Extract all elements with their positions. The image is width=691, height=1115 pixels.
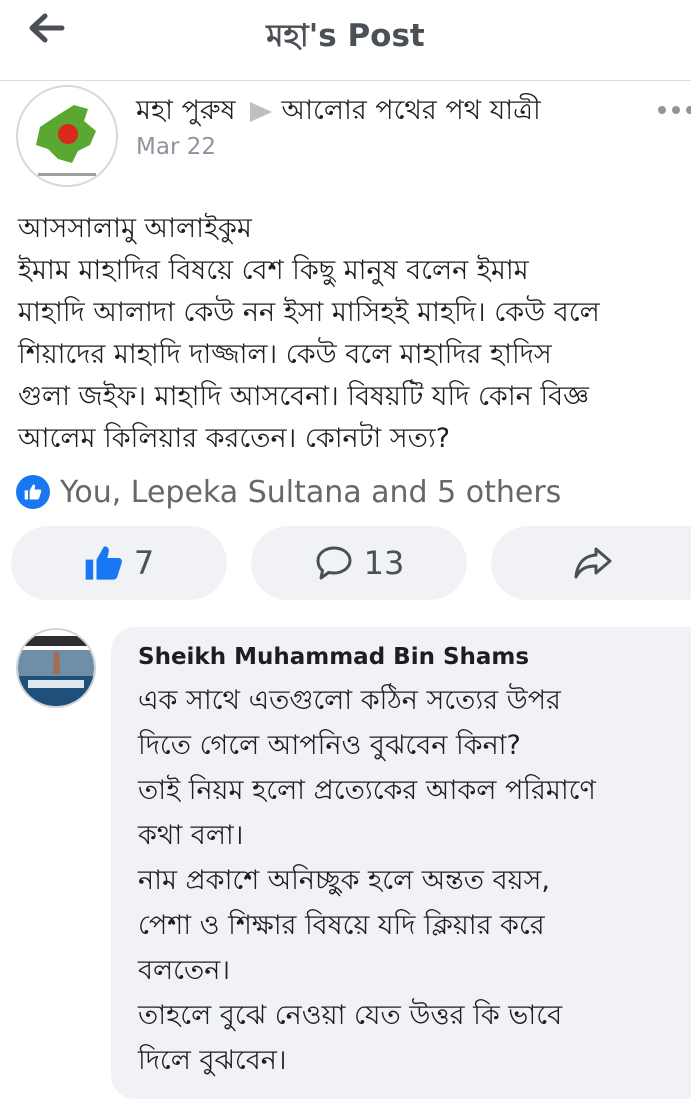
comment-text-line: দিলে বুঝবেন।: [138, 1045, 287, 1076]
post-author-line: মহা পুরুষ আলোর পথের পথ যাত্রী: [136, 90, 541, 135]
reactions-text: You, Lepeka Sultana and 5 others: [60, 474, 562, 510]
post-text-line: মাহাদি আলাদা কেউ নন ইসা মাসিহই মাহদি। কে…: [18, 297, 600, 328]
comment-author[interactable]: Sheikh Muhammad Bin Shams: [138, 644, 529, 670]
comment-text-line: তাহলে বুঝে নেওয়া যেত উত্তর কি ভাবে: [138, 1000, 563, 1031]
comment-text: এক সাথে এতগুলো কঠিন সত্যের উপর দিতে গেলে…: [138, 678, 596, 1083]
post-timestamp[interactable]: Mar 22: [136, 134, 216, 160]
profile-photo-icon: [18, 630, 94, 706]
comment-text-line: কথা বলা।: [138, 820, 244, 851]
share-button[interactable]: [491, 526, 691, 600]
post-text-line: ইমাম মাহাদির বিষয়ে বেশ কিছু মানুষ বলেন …: [18, 255, 529, 286]
dot-icon: [672, 106, 680, 114]
post-text: আসসালামু আলাইকুম ইমাম মাহাদির বিষয়ে বেশ…: [18, 208, 691, 460]
post-text-line: শিয়াদের মাহাদি দাজ্জাল। কেউ বলে মাহাদির…: [18, 339, 552, 370]
dot-icon: [686, 106, 691, 114]
more-options-button[interactable]: [658, 106, 691, 126]
like-count: 7: [133, 544, 155, 582]
like-button[interactable]: 7: [11, 526, 227, 600]
comment-count: 13: [363, 544, 405, 582]
top-bar: মহা's Post: [0, 0, 691, 81]
comment-button[interactable]: 13: [251, 526, 467, 600]
post-group[interactable]: আলোর পথের পথ যাত্রী: [282, 95, 541, 126]
commenter-avatar[interactable]: [16, 628, 96, 708]
dot-icon: [658, 106, 666, 114]
post-text-line: আসসালামু আলাইকুম: [18, 213, 252, 244]
thumbs-up-icon: [85, 546, 122, 580]
group-avatar[interactable]: [16, 85, 118, 187]
share-arrow-icon: [574, 547, 612, 579]
post-text-line: আলেম কিলিয়ার করতেন। কোনটা সত্য?: [18, 423, 451, 454]
reactions-summary[interactable]: You, Lepeka Sultana and 5 others: [16, 472, 561, 512]
comment-text-line: বলতেন।: [138, 955, 231, 986]
speech-bubble-icon: [316, 546, 352, 580]
comment-text-line: তাই নিয়ম হলো প্রত্যেকের আকল পরিমাণে: [138, 775, 596, 806]
post-text-line: গুলা জইফ। মাহাদি আসবেনা। বিষয়টি যদি কোন…: [18, 381, 589, 412]
comment-text-line: দিতে গেলে আপনিও বুঝবেন কিনা?: [138, 730, 521, 761]
comment-text-line: নাম প্রকাশে অনিচ্ছুক হলে অন্তত বয়স,: [138, 865, 550, 896]
comment-text-line: পেশা ও শিক্ষার বিষয়ে যদি ক্লিয়ার করে: [138, 910, 545, 941]
comment-text-line: এক সাথে এতগুলো কঠিন সত্যের উপর: [138, 685, 561, 716]
map-logo-icon: [18, 87, 116, 185]
post-author[interactable]: মহা পুরুষ: [136, 95, 236, 126]
page-title: মহা's Post: [266, 18, 425, 54]
like-badge-icon: [16, 475, 50, 509]
caret-right-icon: [249, 101, 272, 122]
